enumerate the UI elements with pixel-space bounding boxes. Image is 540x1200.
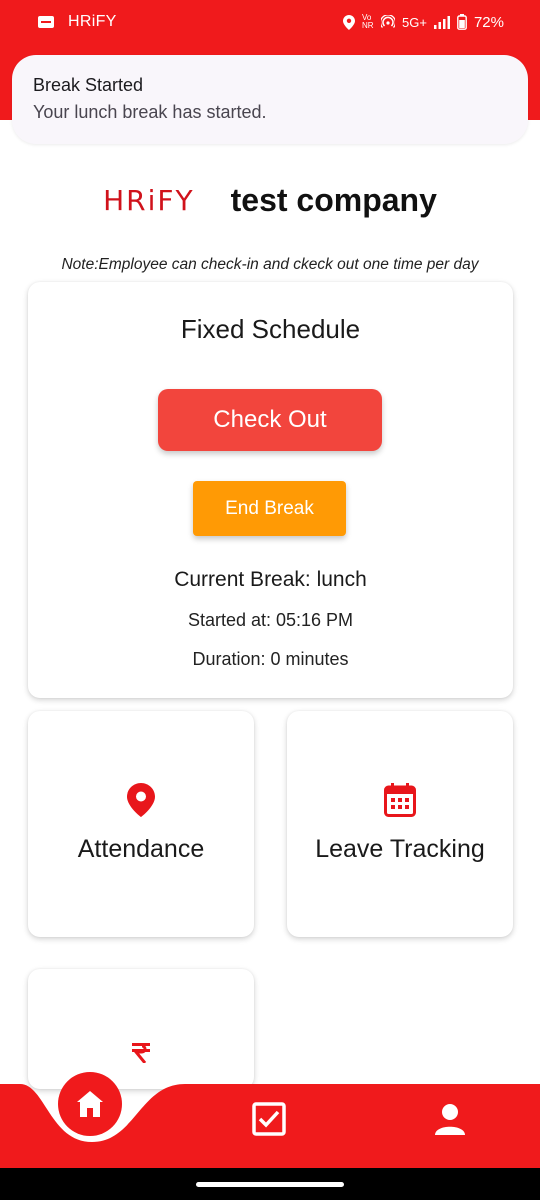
note-text: Note:Employee can check-in and ckeck out… bbox=[61, 256, 479, 273]
signal-icon bbox=[433, 15, 450, 29]
leave-tracking-tile[interactable]: Leave Tracking bbox=[287, 711, 513, 937]
home-icon bbox=[77, 1091, 103, 1117]
nav-profile-button[interactable] bbox=[433, 1102, 467, 1141]
attendance-label: Attendance bbox=[77, 835, 205, 863]
company-name: test company bbox=[230, 181, 437, 218]
header: HRiFY test company bbox=[0, 175, 540, 225]
rupee-icon bbox=[28, 1041, 254, 1063]
schedule-card: Fixed Schedule Check Out End Break Curre… bbox=[28, 282, 513, 698]
checkbox-icon bbox=[252, 1102, 286, 1136]
app-logo-icon bbox=[38, 16, 54, 28]
notification-body: Your lunch break has started. bbox=[33, 102, 267, 122]
location-icon bbox=[343, 14, 356, 30]
attendance-tile[interactable]: Attendance bbox=[28, 711, 254, 937]
location-pin-icon bbox=[28, 783, 254, 817]
brand-logo: HRiFY bbox=[103, 183, 195, 217]
profile-icon bbox=[435, 1104, 465, 1135]
status-indicators: Vo NR 5G+ 72% bbox=[343, 14, 504, 31]
gesture-handle[interactable] bbox=[196, 1182, 344, 1187]
status-row: HRiFY Vo NR 5G+ 72% bbox=[0, 0, 540, 44]
network-type: 5G+ bbox=[402, 14, 427, 30]
volte-icon: Vo NR bbox=[362, 13, 374, 30]
battery-percent: 72% bbox=[473, 13, 504, 31]
break-notification[interactable]: Break Started Your lunch break has start… bbox=[12, 55, 528, 144]
battery-icon bbox=[457, 14, 467, 30]
leave-tracking-label: Leave Tracking bbox=[315, 835, 485, 863]
end-break-button[interactable]: End Break bbox=[193, 481, 346, 536]
break-started-at: Started at: 05:16 PM bbox=[187, 610, 354, 630]
nav-home-button[interactable] bbox=[58, 1072, 122, 1136]
bottom-navigation bbox=[0, 1062, 540, 1168]
nav-tasks-button[interactable] bbox=[252, 1102, 286, 1141]
break-duration: Duration: 0 minutes bbox=[192, 649, 349, 669]
schedule-title: Fixed Schedule bbox=[180, 314, 361, 344]
gesture-bar bbox=[0, 1168, 540, 1200]
current-break: Current Break: lunch bbox=[174, 568, 367, 591]
notification-title: Break Started bbox=[33, 75, 144, 95]
check-out-button[interactable]: Check Out bbox=[158, 389, 382, 451]
status-app-name: HRiFY bbox=[68, 13, 117, 30]
calendar-icon bbox=[287, 783, 513, 817]
hotspot-icon bbox=[381, 15, 396, 29]
